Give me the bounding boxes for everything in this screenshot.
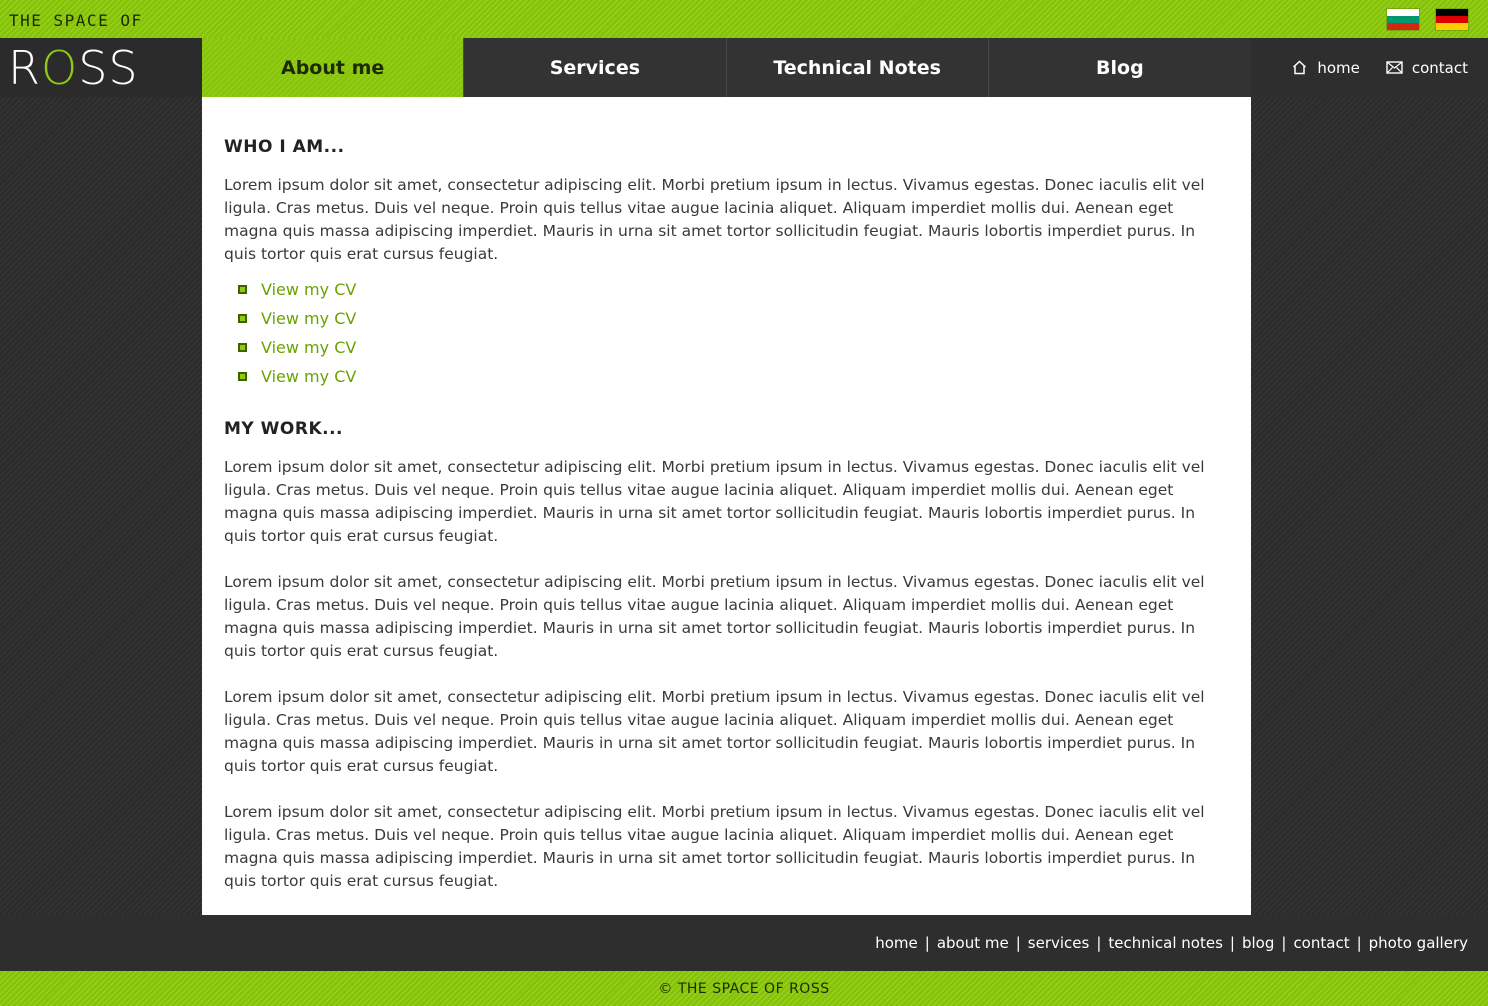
intro-paragraph: Lorem ipsum dolor sit amet, consectetur … — [224, 176, 1205, 263]
tab-blog[interactable]: Blog — [988, 38, 1251, 97]
contact-link-label: contact — [1411, 58, 1468, 77]
footer-link-services[interactable]: services — [1028, 934, 1090, 952]
contact-link[interactable]: contact — [1386, 59, 1468, 77]
envelope-icon — [1386, 61, 1403, 74]
tab-services[interactable]: Services — [464, 38, 727, 97]
footer-link-home[interactable]: home — [875, 934, 918, 952]
home-icon — [1291, 60, 1308, 75]
cv-link[interactable]: View my CV — [238, 333, 1229, 362]
work-paragraph: Lorem ipsum dolor sit amet, consectetur … — [224, 803, 1205, 890]
bottom-banner: © THE SPACE OF ROSS — [0, 971, 1488, 1006]
site-title: THE SPACE OF — [9, 11, 143, 30]
main-nav: About me Services Technical Notes Blog — [202, 38, 1251, 97]
home-link[interactable]: home — [1291, 59, 1360, 77]
work-paragraph: Lorem ipsum dolor sit amet, consectetur … — [224, 688, 1205, 775]
top-banner: THE SPACE OF — [0, 0, 1488, 38]
footer-link-blog[interactable]: blog — [1242, 934, 1274, 952]
main-content: WHO I AM... Lorem ipsum dolor sit amet, … — [202, 97, 1251, 915]
cv-link[interactable]: View my CV — [238, 275, 1229, 304]
cv-links: View my CV View my CV View my CV View my… — [224, 275, 1229, 391]
footer-nav: home | about me | services | technical note… — [0, 915, 1488, 971]
section-title-my-work: MY WORK... — [224, 419, 343, 439]
work-paragraph: Lorem ipsum dolor sit amet, consectetur … — [224, 573, 1205, 660]
tab-technical-notes[interactable]: Technical Notes — [726, 38, 989, 97]
copyright: © THE SPACE OF ROSS — [658, 980, 830, 997]
footer-link-technical-notes[interactable]: technical notes — [1108, 934, 1223, 952]
section-title-who-i-am: WHO I AM... — [224, 137, 345, 157]
language-switcher — [1387, 9, 1468, 30]
bullet-icon — [238, 314, 247, 323]
bullet-icon — [238, 285, 247, 294]
tab-about-me[interactable]: About me — [202, 38, 465, 97]
home-link-label: home — [1317, 58, 1360, 77]
footer-links: home | about me | services | technical note… — [875, 934, 1468, 952]
bulgaria-flag-icon[interactable] — [1387, 9, 1419, 30]
logo-text: ROSS — [8, 40, 139, 95]
germany-flag-icon[interactable] — [1436, 9, 1468, 30]
work-paragraph: Lorem ipsum dolor sit amet, consectetur … — [224, 458, 1205, 545]
quick-links: home contact — [1251, 38, 1488, 97]
footer-link-contact[interactable]: contact — [1293, 934, 1349, 952]
footer-link-about-me[interactable]: about me — [937, 934, 1009, 952]
footer-link-photo-gallery[interactable]: photo gallery — [1369, 934, 1468, 952]
logo[interactable]: ROSS — [0, 38, 202, 97]
bullet-icon — [238, 372, 247, 381]
cv-link[interactable]: View my CV — [238, 362, 1229, 391]
cv-link[interactable]: View my CV — [238, 304, 1229, 333]
bullet-icon — [238, 343, 247, 352]
